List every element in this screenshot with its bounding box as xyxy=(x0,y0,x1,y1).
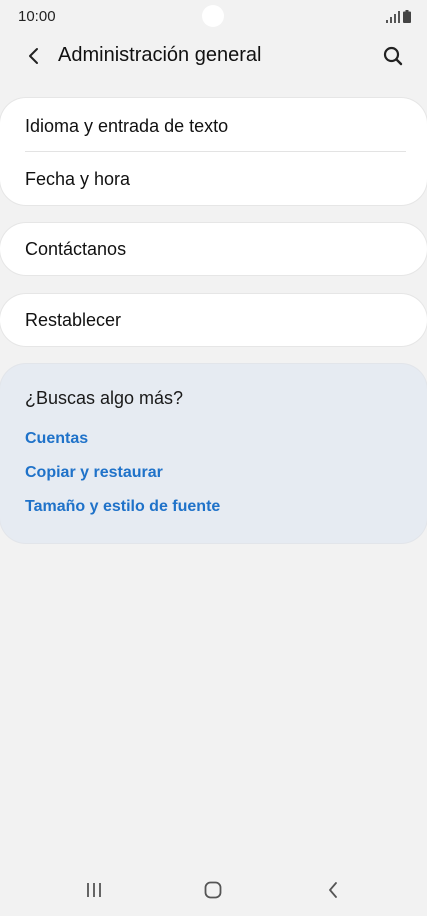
search-button[interactable] xyxy=(379,42,407,70)
list-item-date-time[interactable]: Fecha y hora xyxy=(0,153,427,205)
list-item-label: Fecha y hora xyxy=(25,168,131,189)
recent-apps-icon xyxy=(87,883,101,897)
suggestion-link-backup-restore[interactable]: Copiar y restaurar xyxy=(25,464,163,482)
list-item-label: Contáctanos xyxy=(25,238,127,259)
nav-back-button[interactable] xyxy=(319,876,347,904)
list-item-reset[interactable]: Restablecer xyxy=(0,294,427,346)
list-item-language-input[interactable]: Idioma y entrada de texto xyxy=(0,100,427,152)
recent-apps-button[interactable] xyxy=(80,876,108,904)
battery-icon xyxy=(403,10,411,23)
divider xyxy=(25,151,406,152)
list-item-label: Restablecer xyxy=(25,309,122,330)
status-bar: 10:00 xyxy=(0,0,427,34)
settings-card-contact: Contáctanos xyxy=(0,223,427,275)
status-icons xyxy=(386,9,411,23)
suggestions-title: ¿Buscas algo más? xyxy=(25,388,184,408)
suggestions-panel: ¿Buscas algo más? Cuentas Copiar y resta… xyxy=(0,364,427,543)
status-time: 10:00 xyxy=(18,8,56,25)
settings-card-language-time: Idioma y entrada de texto Fecha y hora xyxy=(0,98,427,205)
navigation-bar xyxy=(0,860,427,916)
chevron-left-icon xyxy=(29,48,38,64)
signal-icon xyxy=(386,11,400,23)
search-icon xyxy=(383,46,403,66)
camera-cutout xyxy=(202,5,224,27)
list-item-label: Idioma y entrada de texto xyxy=(25,115,229,136)
list-item-contact-us[interactable]: Contáctanos xyxy=(0,223,427,275)
app-header: Administración general xyxy=(0,34,427,80)
back-button[interactable] xyxy=(20,42,48,70)
home-icon xyxy=(204,881,222,899)
back-icon xyxy=(329,882,337,898)
suggestion-link-accounts[interactable]: Cuentas xyxy=(25,430,88,448)
suggestion-link-font-size-style[interactable]: Tamaño y estilo de fuente xyxy=(25,498,220,516)
page-title: Administración general xyxy=(58,44,262,66)
home-button[interactable] xyxy=(199,876,227,904)
settings-card-reset: Restablecer xyxy=(0,294,427,346)
